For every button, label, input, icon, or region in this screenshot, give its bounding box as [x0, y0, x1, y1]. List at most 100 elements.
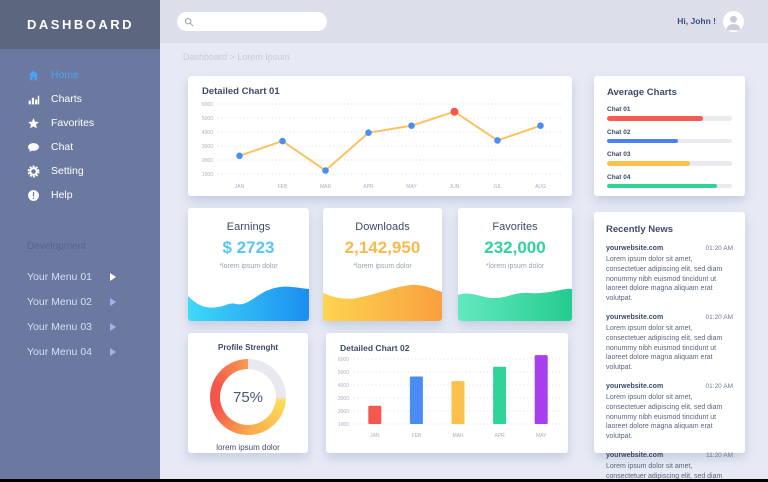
favorites-card: Favorites 232,000 *lorem ipsum dolor	[458, 208, 572, 321]
breadcrumb[interactable]: Dashboard > Lorem Ipsum	[183, 52, 290, 62]
stat-value: 232,000	[458, 238, 572, 258]
help-icon	[27, 189, 40, 202]
stat-caption: *lorem ipsum dolor	[323, 263, 442, 270]
sidebar-item-setting[interactable]: Setting	[0, 159, 160, 183]
news-body: Lorem ipsum dolor sit amet, consectetuer…	[606, 255, 733, 304]
detailed-chart-01-plot: 600050004000300020001000JANFEBMARAPRMAYJ…	[188, 98, 572, 194]
dev-item-label: Your Menu 03	[27, 321, 92, 333]
average-charts-card: Average Charts Chat 01 Chat 02 Chat 03 C…	[594, 76, 745, 196]
sidebar-item-charts[interactable]: Charts	[0, 87, 160, 111]
dev-item-label: Your Menu 01	[27, 271, 92, 283]
detailed-chart-02-plot: 600050004000300020001000JANFEBMARAPRMAY	[326, 353, 568, 451]
donut-hole: 75%	[220, 369, 276, 425]
chevron-right-icon	[110, 273, 116, 281]
topbar: Hi, John !	[160, 0, 768, 43]
favorites-wave-chart	[458, 283, 572, 321]
svg-text:1000: 1000	[338, 422, 349, 428]
detailed-chart-02-card: Detailed Chart 02 6000500040003000200010…	[326, 333, 568, 453]
progress-label: Chat 02	[607, 129, 732, 136]
svg-text:2000: 2000	[202, 158, 213, 164]
profile-caption: lorem ipsum dolor	[188, 443, 308, 452]
app-title: DASHBOARD	[27, 17, 134, 32]
star-icon	[27, 117, 40, 130]
progress-track	[607, 184, 732, 189]
progress-fill	[607, 116, 703, 121]
search-input[interactable]	[199, 17, 309, 27]
progress-row: Chat 03	[607, 151, 732, 166]
stat-title: Favorites	[458, 221, 572, 233]
sidebar: DASHBOARD Home Charts Favorites	[0, 0, 160, 482]
stat-value: 2,142,950	[323, 238, 442, 258]
svg-text:1000: 1000	[202, 172, 213, 178]
svg-text:JUL: JUL	[493, 184, 502, 190]
profile-strength-card: Profile Strenght 75% lorem ipsum dolor	[188, 333, 308, 453]
progress-label: Chat 01	[607, 106, 732, 113]
svg-text:FEB: FEB	[412, 433, 422, 439]
home-icon	[27, 69, 40, 82]
svg-text:4000: 4000	[338, 383, 349, 389]
panel-title: Profile Strenght	[188, 343, 308, 352]
progress-track	[607, 161, 732, 166]
news-body: Lorem ipsum dolor sit amet, consectetuer…	[606, 393, 733, 442]
news-timestamp: 01:20 AM	[706, 245, 733, 252]
chart-title: Detailed Chart 02	[340, 343, 409, 353]
stat-title: Earnings	[188, 221, 309, 233]
sidebar-item-home[interactable]: Home	[0, 63, 160, 87]
progress-row: Chat 02	[607, 129, 732, 144]
news-item[interactable]: yourwebsite.com 01:20 AM Lorem ipsum dol…	[606, 383, 733, 442]
user-avatar[interactable]	[723, 11, 744, 32]
sidebar-item-favorites[interactable]: Favorites	[0, 111, 160, 135]
sidebar-nav: Home Charts Favorites Chat	[0, 63, 160, 207]
earnings-card: Earnings $ 2723 *lorem ipsum dolor	[188, 208, 309, 321]
sidebar-item-your-menu-03[interactable]: Your Menu 03	[0, 314, 160, 339]
chevron-right-icon	[110, 298, 116, 306]
stat-caption: *lorem ipsum dolor	[458, 263, 572, 270]
news-timestamp: 11:20 AM	[706, 452, 733, 459]
svg-text:APR: APR	[494, 433, 505, 439]
sidebar-item-your-menu-04[interactable]: Your Menu 04	[0, 339, 160, 364]
detailed-chart-01-card: Detailed Chart 01 6000500040003000200010…	[188, 76, 572, 196]
sidebar-item-label: Favorites	[51, 117, 94, 129]
news-source-link[interactable]: yourwebsite.com	[606, 383, 663, 390]
downloads-wave-chart	[323, 283, 442, 321]
sidebar-item-help[interactable]: Help	[0, 183, 160, 207]
search-box[interactable]	[177, 12, 327, 31]
news-source-link[interactable]: yourwebsite.com	[606, 314, 663, 321]
profile-donut: 75%	[210, 359, 286, 435]
sidebar-item-your-menu-02[interactable]: Your Menu 02	[0, 289, 160, 314]
news-item[interactable]: yourwebsite.com 01:20 AM Lorem ipsum dol…	[606, 314, 733, 373]
progress-row: Chat 04	[607, 174, 732, 189]
news-source-link[interactable]: yourwebsite.com	[606, 245, 663, 252]
progress-track	[607, 116, 732, 121]
svg-text:APR: APR	[363, 184, 374, 190]
svg-text:MAR: MAR	[320, 184, 332, 190]
news-item[interactable]: yourwebsite.com 01:20 AM Lorem ipsum dol…	[606, 245, 733, 304]
svg-text:3000: 3000	[338, 396, 349, 402]
svg-text:FEB: FEB	[278, 184, 288, 190]
sidebar-item-chat[interactable]: Chat	[0, 135, 160, 159]
chat-bubble-icon	[27, 141, 40, 154]
svg-text:6000: 6000	[338, 357, 349, 363]
sidebar-item-label: Chat	[51, 141, 73, 153]
news-item[interactable]: yourwebsite.com 11:20 AM Lorem ipsum dol…	[606, 452, 733, 482]
svg-text:MAR: MAR	[452, 433, 464, 439]
progress-fill	[607, 184, 717, 189]
sidebar-section-label: Development	[27, 241, 160, 252]
dev-item-label: Your Menu 04	[27, 346, 92, 358]
news-timestamp: 01:20 AM	[706, 314, 733, 321]
progress-track	[607, 139, 732, 144]
dev-item-label: Your Menu 02	[27, 296, 92, 308]
sidebar-item-your-menu-01[interactable]: Your Menu 01	[0, 264, 160, 289]
stat-caption: *lorem ipsum dolor	[188, 263, 309, 270]
app-logo: DASHBOARD	[0, 0, 160, 49]
chevron-right-icon	[110, 348, 116, 356]
stat-value: $ 2723	[188, 238, 309, 258]
svg-text:JUN: JUN	[450, 184, 460, 190]
sidebar-item-label: Setting	[51, 165, 84, 177]
chart-title: Detailed Chart 01	[202, 86, 280, 97]
news-source-link[interactable]: yourwebsite.com	[606, 452, 663, 459]
donut-value: 75%	[233, 389, 263, 406]
bar-chart-icon	[27, 93, 40, 106]
progress-label: Chat 04	[607, 174, 732, 181]
dashboard-screen: DASHBOARD Home Charts Favorites	[0, 0, 768, 482]
